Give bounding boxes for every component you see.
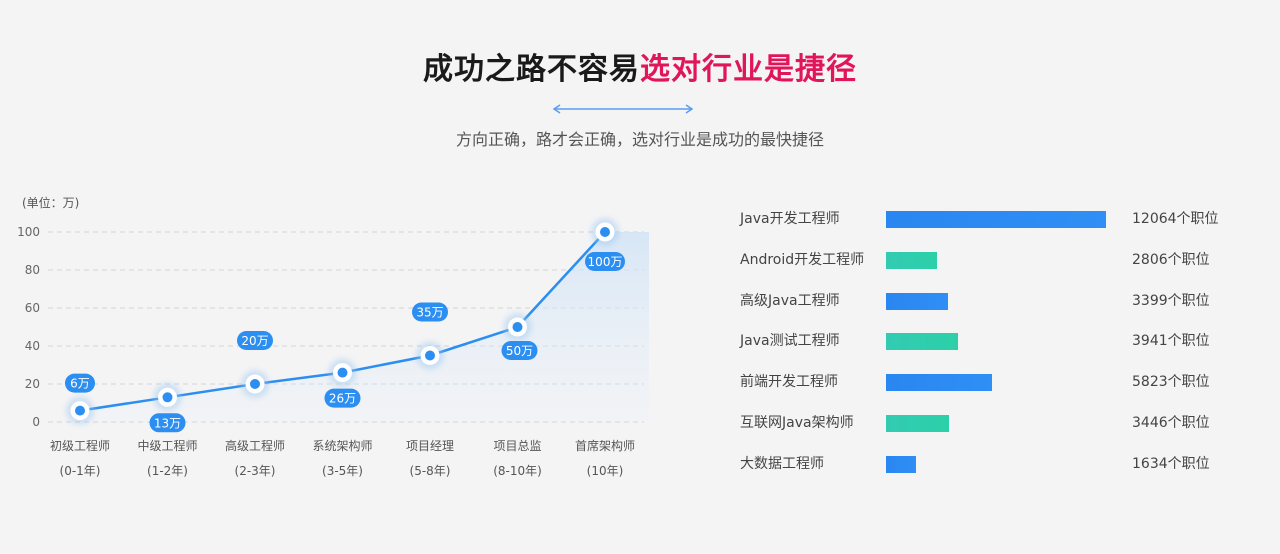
job-count-bar-chart: Java开发工程师 12064个职位 Android开发工程师 2806个职位高级Ja… bbox=[0, 0, 1280, 554]
bar bbox=[886, 292, 948, 310]
bar-value-label: 1634个职位 bbox=[1132, 455, 1210, 472]
bar-category-label: 高级Java工程师 bbox=[740, 292, 840, 309]
bar-row: 互联网Java架构师 3446个职位 bbox=[0, 413, 1280, 433]
bar-value-label: 3941个职位 bbox=[1132, 333, 1210, 350]
bar-category-label: Android开发工程师 bbox=[740, 251, 865, 268]
bar bbox=[886, 374, 993, 392]
bar-category-label: Java测试工程师 bbox=[740, 333, 840, 350]
bar-value-label: 3399个职位 bbox=[1132, 292, 1210, 309]
bar-track bbox=[886, 374, 1106, 392]
bar bbox=[886, 455, 916, 473]
bar-value-label: 5823个职位 bbox=[1132, 374, 1210, 391]
bar-track bbox=[886, 455, 1106, 473]
bar-category-label: Java开发工程师 bbox=[740, 211, 840, 227]
bar-row: 前端开发工程师 5823个职位 bbox=[0, 372, 1280, 392]
bar-category-label: 前端开发工程师 bbox=[740, 374, 838, 391]
bar-row: 高级Java工程师 3399个职位 bbox=[0, 291, 1280, 311]
bar bbox=[886, 251, 938, 269]
bar-row: 大数据工程师 1634个职位 bbox=[0, 454, 1280, 474]
bar-track bbox=[886, 333, 1106, 351]
bar-track bbox=[886, 292, 1106, 310]
bar-track bbox=[886, 251, 1106, 269]
bar-row: Java测试工程师 3941个职位 bbox=[0, 331, 1280, 351]
bar-value-label: 2806个职位 bbox=[1132, 251, 1210, 268]
bar-track bbox=[886, 415, 1106, 432]
bar bbox=[886, 211, 1106, 228]
bar-row: Java开发工程师 12064个职位 bbox=[0, 209, 1280, 229]
bar-row: Android开发工程师 2806个职位 bbox=[0, 250, 1280, 270]
bar bbox=[886, 333, 958, 351]
bar-track bbox=[886, 211, 1106, 228]
bar-value-label: 3446个职位 bbox=[1132, 415, 1210, 431]
bar-category-label: 大数据工程师 bbox=[740, 455, 824, 472]
bar bbox=[886, 415, 949, 432]
bar-category-label: 互联网Java架构师 bbox=[740, 415, 854, 431]
bar-value-label: 12064个职位 bbox=[1132, 211, 1219, 227]
